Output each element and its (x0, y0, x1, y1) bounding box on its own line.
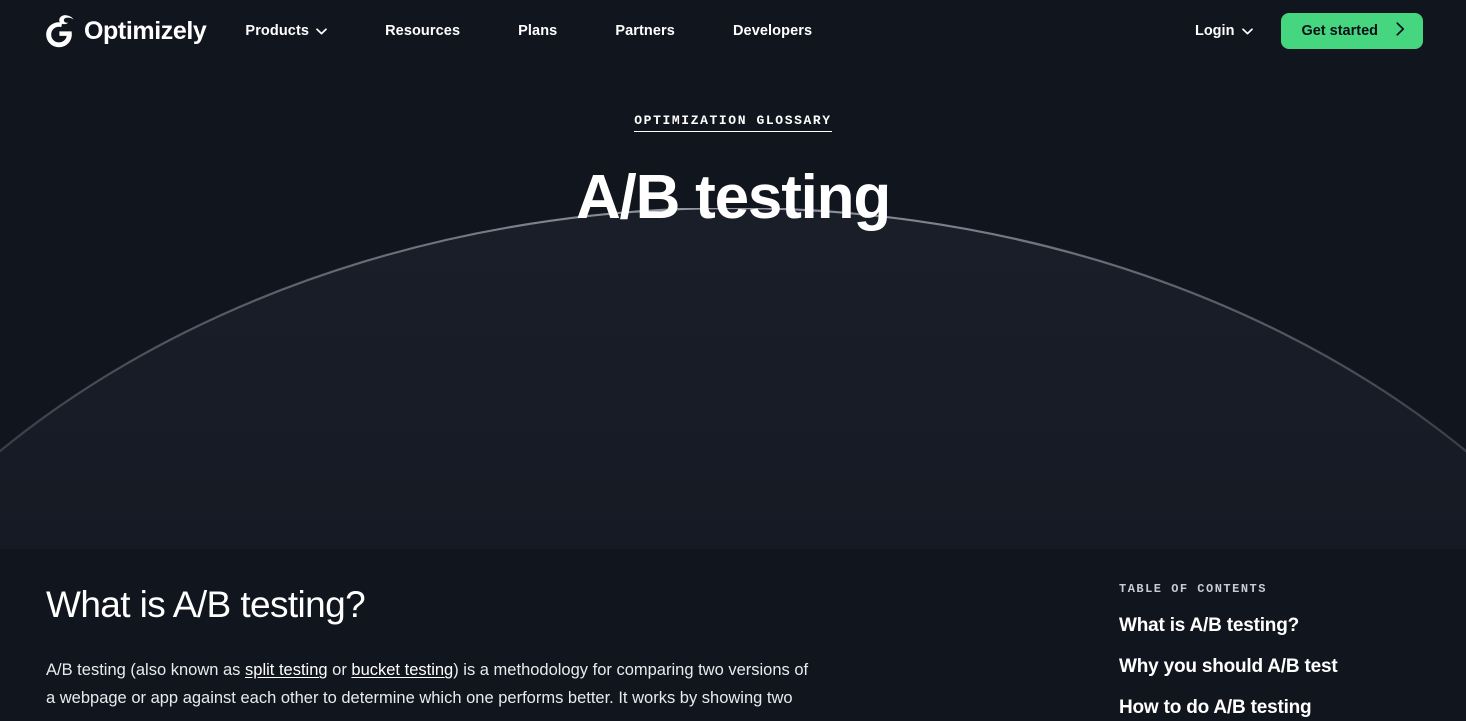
page-root: Optimizely Products Resources Plans Part… (0, 0, 1466, 721)
hero-section: OPTIMIZATION GLOSSARY A/B testing (0, 62, 1466, 549)
paragraph-text-part-1: A/B testing (also known as (46, 661, 245, 679)
brand-name: Optimizely (84, 19, 206, 44)
toc-item-why-you-should-ab-test[interactable]: Why you should A/B test (1119, 656, 1449, 678)
table-of-contents-list: What is A/B testing? Why you should A/B … (1119, 615, 1449, 719)
login-menu[interactable]: Login (1195, 23, 1253, 39)
chevron-down-icon (316, 23, 327, 39)
nav-item-partners[interactable]: Partners (615, 15, 675, 47)
main-navigation: Optimizely Products Resources Plans Part… (0, 0, 1466, 62)
section-heading-what-is-ab-testing: What is A/B testing? (46, 583, 846, 627)
paragraph-text-part-2: or (328, 661, 352, 679)
nav-item-label: Developers (733, 23, 812, 39)
chevron-right-icon (1396, 22, 1405, 40)
optimizely-logo-icon (44, 14, 75, 48)
table-of-contents: TABLE OF CONTENTS What is A/B testing? W… (1119, 582, 1449, 721)
glossary-eyebrow-label: OPTIMIZATION GLOSSARY (634, 113, 831, 132)
nav-item-products[interactable]: Products (245, 15, 327, 47)
chevron-down-icon (1242, 23, 1253, 39)
nav-item-resources[interactable]: Resources (385, 15, 460, 47)
glossary-eyebrow-link[interactable]: OPTIMIZATION GLOSSARY (0, 113, 1466, 128)
bucket-testing-link[interactable]: bucket testing (351, 661, 453, 679)
nav-item-plans[interactable]: Plans (518, 15, 557, 47)
nav-item-label: Partners (615, 23, 675, 39)
article-body: What is A/B testing? A/B testing (also k… (46, 549, 846, 712)
decorative-arc (0, 208, 1466, 549)
nav-right-group: Login Get started (1195, 0, 1423, 62)
login-label: Login (1195, 23, 1234, 39)
nav-links: Products Resources Plans Partners Develo… (245, 15, 812, 47)
toc-item-what-is-ab-testing[interactable]: What is A/B testing? (1119, 615, 1449, 637)
content-section: What is A/B testing? A/B testing (also k… (0, 549, 1466, 721)
get-started-label: Get started (1301, 23, 1378, 39)
toc-item-how-to-do-ab-testing[interactable]: How to do A/B testing (1119, 697, 1449, 719)
nav-item-label: Resources (385, 23, 460, 39)
get-started-button[interactable]: Get started (1281, 13, 1423, 49)
article-paragraph: A/B testing (also known as split testing… (46, 656, 821, 712)
nav-item-developers[interactable]: Developers (733, 15, 812, 47)
brand-logo-link[interactable]: Optimizely (44, 14, 206, 48)
table-of-contents-label: TABLE OF CONTENTS (1119, 582, 1449, 596)
nav-item-label: Products (245, 23, 309, 39)
nav-item-label: Plans (518, 23, 557, 39)
split-testing-link[interactable]: split testing (245, 661, 328, 679)
page-title: A/B testing (0, 162, 1466, 233)
